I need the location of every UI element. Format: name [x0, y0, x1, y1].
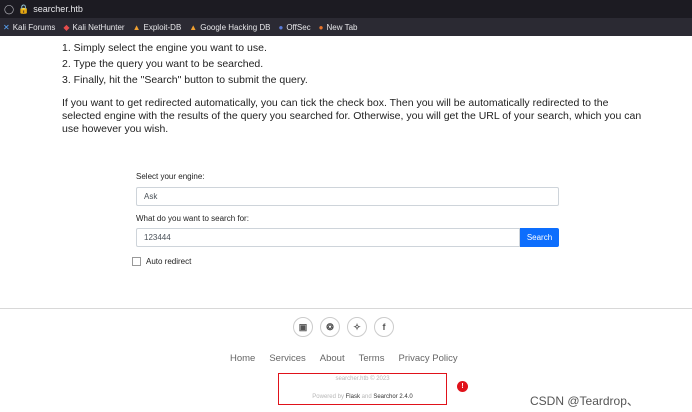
step-1: 1. Simply select the engine you want to …: [62, 42, 267, 54]
kali-nethunter-icon: ◆: [63, 22, 70, 32]
new-tab-icon: ●: [318, 22, 324, 32]
auto-redirect-label: Auto redirect: [146, 257, 192, 266]
flask-link[interactable]: Flask: [346, 394, 360, 400]
powered-prefix: Powered by: [312, 394, 344, 400]
redirect-explanation: If you want to get redirected automatica…: [62, 97, 642, 135]
lock-icon: 🔒: [18, 3, 30, 14]
bookmark-offsec[interactable]: ● OffSec: [278, 23, 310, 32]
query-row: 123444 Search: [136, 228, 560, 247]
step-3: 3. Finally, hit the "Search" button to s…: [62, 74, 308, 86]
search-form: Select your engine: Ask What do you want…: [132, 172, 560, 266]
bookmark-new-tab[interactable]: ● New Tab: [319, 23, 358, 32]
auto-redirect-row: Auto redirect: [132, 257, 560, 266]
bookmarks-bar: ✕ Kali Forums ◆ Kali NetHunter ▲ Exploit-DB…: [0, 18, 692, 36]
powered-and: and: [361, 394, 372, 400]
footer-nav: Home Services About Terms Privacy Policy: [230, 353, 458, 364]
instagram-icon[interactable]: ▣: [293, 317, 313, 337]
instruction-steps: 1. Simply select the engine you want to …: [62, 40, 308, 88]
footer: ▣ ❂ ✧ f Home Services About Terms Privac…: [0, 308, 692, 412]
engine-label: Select your engine:: [136, 172, 205, 181]
bookmark-kali-nethunter[interactable]: ◆ Kali NetHunter: [63, 23, 124, 32]
watermark: CSDN @Teardrop、: [530, 394, 639, 408]
social-links: ▣ ❂ ✧ f: [293, 317, 394, 337]
url-text[interactable]: searcher.htb: [33, 4, 83, 14]
search-button[interactable]: Search: [520, 228, 559, 247]
kali-forums-icon: ✕: [3, 22, 10, 32]
bookmark-kali-forums[interactable]: ✕ Kali Forums: [3, 23, 55, 32]
powered-by-text: Powered by Flask and Searchor 2.4.0: [279, 394, 446, 400]
bookmark-exploit-db[interactable]: ▲ Exploit-DB: [133, 23, 182, 32]
twitter-icon[interactable]: ✧: [347, 317, 367, 337]
step-2: 2. Type the query you want to be searche…: [62, 58, 264, 70]
address-bar[interactable]: ◯ 🔒 searcher.htb: [0, 0, 692, 18]
annotation-marker: !: [457, 381, 468, 392]
footer-link-home[interactable]: Home: [230, 353, 255, 364]
shield-icon: ◯: [4, 3, 15, 14]
facebook-icon[interactable]: f: [374, 317, 394, 337]
offsec-icon: ●: [278, 22, 284, 32]
auto-redirect-checkbox[interactable]: [132, 257, 141, 266]
footer-link-privacy-policy[interactable]: Privacy Policy: [398, 353, 457, 364]
ghdb-icon: ▲: [189, 22, 198, 32]
footer-link-services[interactable]: Services: [269, 353, 305, 364]
searchor-version-link[interactable]: Searchor 2.4.0: [373, 394, 412, 400]
bookmark-google-hacking-db[interactable]: ▲ Google Hacking DB: [189, 23, 270, 32]
page-content: 1. Simply select the engine you want to …: [0, 36, 692, 412]
footer-link-terms[interactable]: Terms: [359, 353, 385, 364]
engine-select[interactable]: Ask: [136, 187, 559, 206]
query-label: What do you want to search for:: [136, 214, 249, 223]
version-highlight-box: searcher.htb © 2023 Powered by Flask and…: [278, 373, 447, 405]
copyright-text: searcher.htb © 2023: [335, 376, 390, 382]
snapchat-icon[interactable]: ❂: [320, 317, 340, 337]
exploit-db-icon: ▲: [132, 22, 141, 32]
query-input[interactable]: 123444: [136, 228, 520, 247]
footer-link-about[interactable]: About: [320, 353, 345, 364]
